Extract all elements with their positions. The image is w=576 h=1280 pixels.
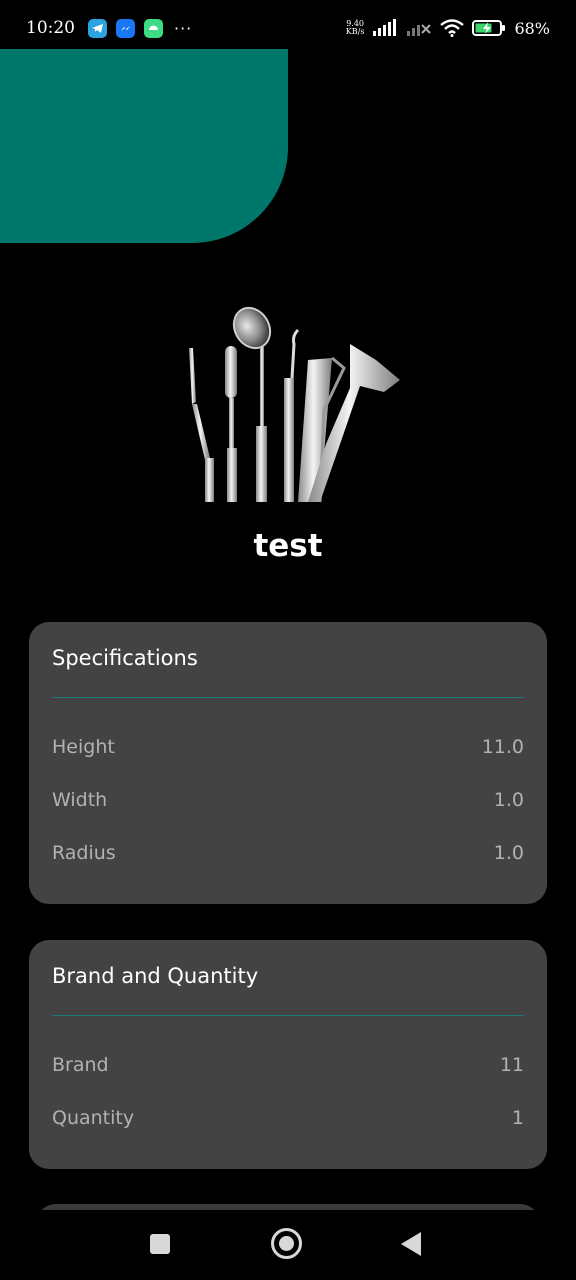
status-time: 10:20 <box>26 18 75 38</box>
back-icon[interactable] <box>401 1232 421 1256</box>
status-left: 10:20 ··· <box>26 18 192 38</box>
messenger-icon <box>116 18 135 38</box>
quantity-row: Quantity 1 <box>52 1107 524 1129</box>
spec-label: Width <box>52 789 108 811</box>
brand-row: Brand 11 <box>52 1054 524 1076</box>
quantity-value: 1 <box>511 1107 524 1129</box>
spec-row-width: Width 1.0 <box>52 789 524 811</box>
network-speed: 9.40 KB/s <box>346 20 365 36</box>
telegram-icon <box>88 18 107 38</box>
spec-value: 1.0 <box>493 789 524 811</box>
recents-icon[interactable] <box>150 1234 170 1254</box>
brand-quantity-divider <box>52 1015 524 1016</box>
specifications-title: Specifications <box>52 646 198 670</box>
battery-charging-icon <box>472 20 506 36</box>
header-decoration <box>0 49 288 243</box>
spec-row-height: Height 11.0 <box>52 736 524 758</box>
specifications-card: Specifications Height 11.0 Width 1.0 Rad… <box>29 622 547 904</box>
specifications-divider <box>52 697 524 698</box>
brand-value: 11 <box>499 1054 524 1076</box>
brand-quantity-card: Brand and Quantity Brand 11 Quantity 1 <box>29 940 547 1169</box>
product-title: test <box>253 528 323 564</box>
dental-instruments-image <box>189 306 400 503</box>
brand-quantity-title: Brand and Quantity <box>52 964 259 988</box>
network-speed-unit: KB/s <box>345 27 365 36</box>
home-icon[interactable] <box>271 1228 302 1259</box>
spec-value: 1.0 <box>493 842 524 864</box>
quantity-label: Quantity <box>52 1107 135 1129</box>
spec-label: Height <box>52 736 115 758</box>
signal-no-service-icon <box>407 24 432 36</box>
signal-icon <box>373 19 397 36</box>
battery-percent: 68% <box>514 18 550 38</box>
wifi-icon <box>440 19 465 37</box>
android-icon <box>144 18 163 38</box>
more-notifications-indicator: ··· <box>174 18 193 38</box>
spec-value: 11.0 <box>481 736 524 758</box>
status-right: 9.40 KB/s 68% <box>346 19 550 38</box>
spec-label: Radius <box>52 842 116 864</box>
status-bar: 10:20 ··· 9.40 KB/s 68% <box>0 0 576 56</box>
brand-label: Brand <box>52 1054 109 1076</box>
spec-row-radius: Radius 1.0 <box>52 842 524 864</box>
